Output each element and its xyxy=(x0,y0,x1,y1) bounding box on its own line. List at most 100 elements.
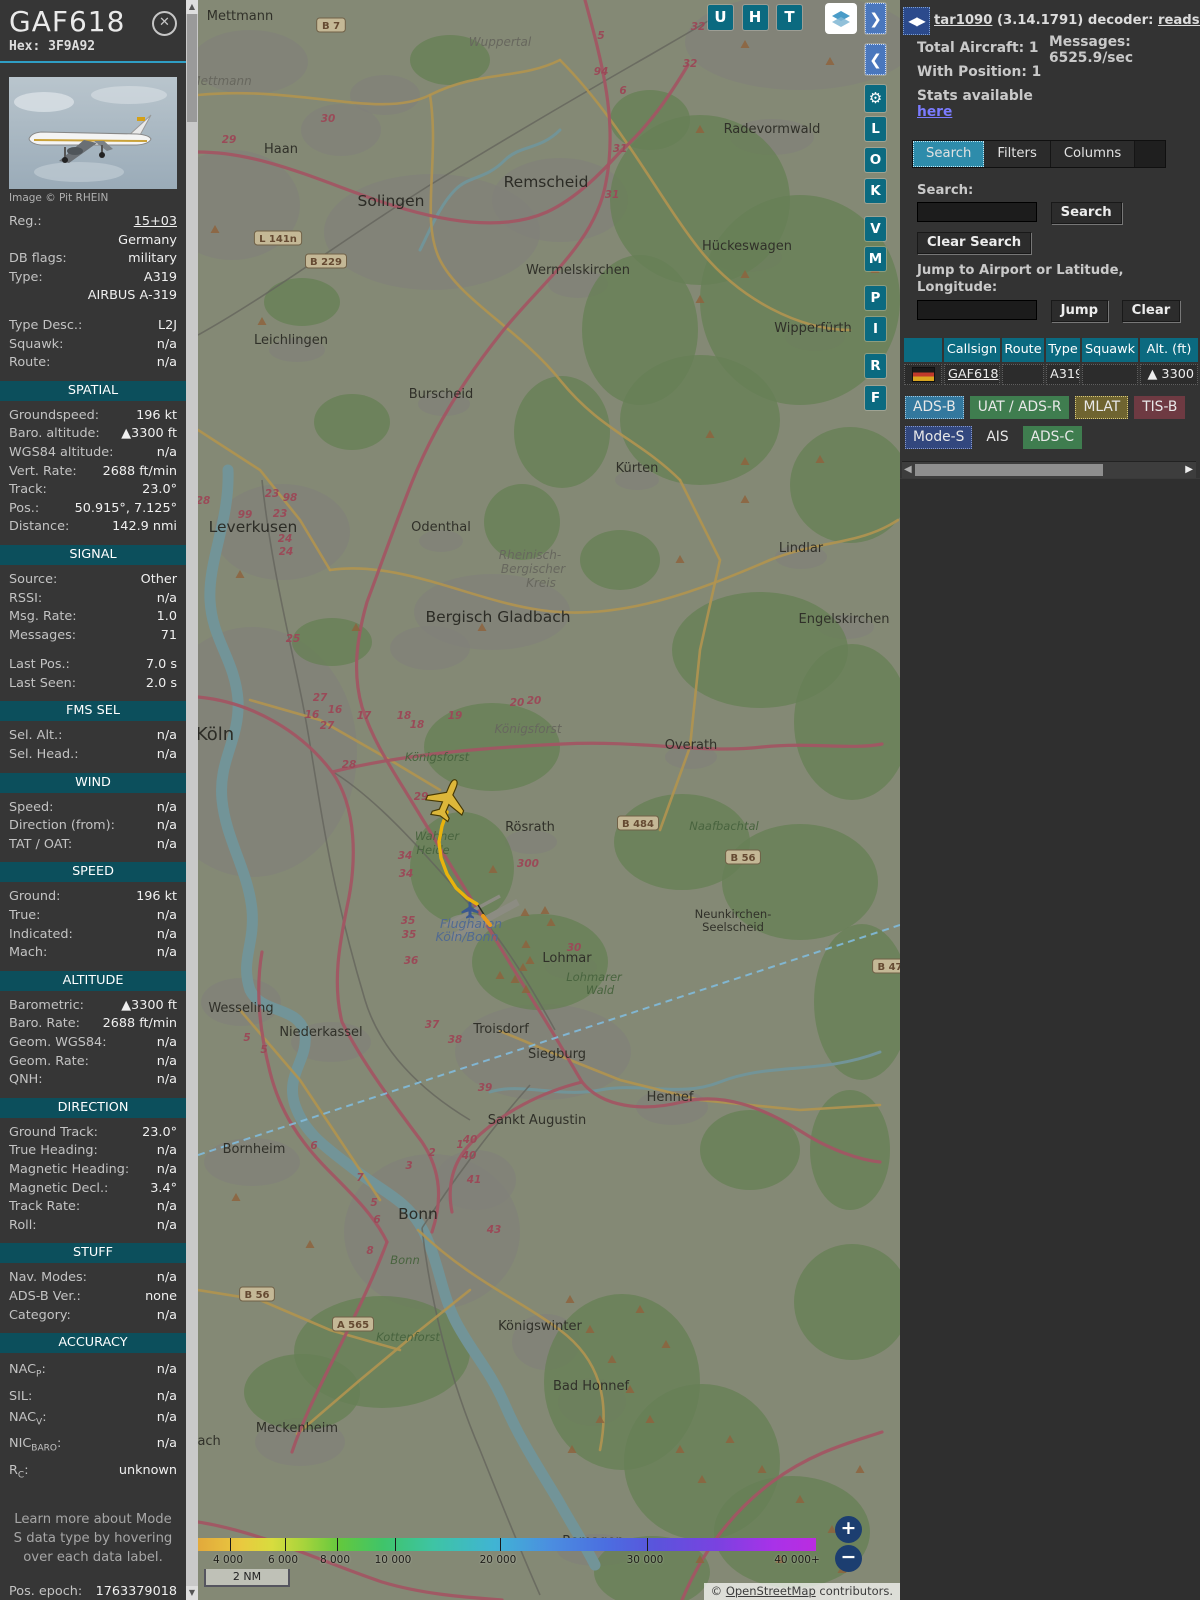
svg-text:B 47: B 47 xyxy=(877,962,900,973)
data-row-label: Ground: xyxy=(9,889,61,905)
road-number: 19 xyxy=(448,710,463,722)
column-header-type[interactable]: Type xyxy=(1046,338,1080,362)
callsign-cell[interactable]: GAF618 xyxy=(944,364,1000,385)
tab-search[interactable]: Search xyxy=(913,141,985,167)
chevron-left-icon: ❮ xyxy=(869,51,882,69)
tab-filters[interactable]: Filters xyxy=(984,141,1051,167)
altitude-legend-label: 6 000 xyxy=(267,1554,299,1566)
legend-mlat[interactable]: MLAT xyxy=(1075,396,1129,419)
peak-icon xyxy=(740,495,750,503)
legend-adsc[interactable]: ADS-C xyxy=(1022,426,1083,449)
aircraft-photo xyxy=(9,77,177,189)
zoom-out-button[interactable]: − xyxy=(835,1545,862,1572)
column-header-squawk[interactable]: Squawk xyxy=(1082,338,1138,362)
data-row-label: Magnetic Heading: xyxy=(9,1161,130,1177)
aircraft-table-row[interactable]: GAF618 A319 ▲ 3300 xyxy=(904,364,1200,385)
close-icon[interactable]: ✕ xyxy=(152,11,177,36)
data-row-value: 2688 ft/min xyxy=(102,1016,177,1032)
column-header-callsign[interactable]: Callsign xyxy=(944,338,1000,362)
jump-clear-button[interactable]: Clear xyxy=(1121,300,1181,322)
basemap-svg: B 7 L 141n B 229 B 484 B 56 B 47 B 56 A 565 5 6 3… xyxy=(198,0,900,1600)
hscroll-thumb[interactable] xyxy=(915,464,1103,476)
data-row-value: ▲3300 ft xyxy=(121,997,177,1013)
settings-button[interactable]: ⚙ xyxy=(865,85,886,112)
data-row: NICBARO: n/a xyxy=(9,1433,177,1460)
layers-button[interactable] xyxy=(825,3,857,34)
search-button[interactable]: Search xyxy=(1050,202,1122,224)
scroll-right-icon[interactable]: ▶ xyxy=(1185,462,1193,478)
hotkey-button-i[interactable]: I xyxy=(865,317,886,341)
map-label: Heide xyxy=(416,843,449,857)
expand-panel-button[interactable]: ❯ xyxy=(865,3,886,34)
readsb-link[interactable]: readsb xyxy=(1158,13,1200,28)
legend-modes[interactable]: Mode-S xyxy=(905,426,973,449)
data-row-label: TAT / OAT: xyxy=(9,836,73,852)
map-label: Lohmarer xyxy=(566,970,623,984)
data-row-label: QNH: xyxy=(9,1072,43,1088)
panel-toggle-button[interactable]: ◀▶ xyxy=(903,7,930,35)
data-row: Nav. Modes: n/a xyxy=(9,1269,177,1288)
scrollbar-down-icon[interactable]: ▼ xyxy=(186,1586,198,1600)
legend-tisb[interactable]: TIS-B xyxy=(1134,396,1186,419)
road-number: 37 xyxy=(425,1019,440,1031)
legend-uat[interactable]: UAT / ADS-R xyxy=(969,396,1070,419)
road-number: 20 xyxy=(510,697,525,709)
legend-ais[interactable]: AIS xyxy=(978,426,1016,449)
search-block: Search: Search Clear Search Jump to Airp… xyxy=(900,168,1200,322)
map-label: Kreis xyxy=(526,576,556,590)
data-row-value: n/a xyxy=(156,1409,177,1425)
hotkey-button-l[interactable]: L xyxy=(865,117,886,141)
road-number: 27 xyxy=(313,692,328,704)
hotkey-button-f[interactable]: F xyxy=(865,386,886,410)
column-header-flag[interactable] xyxy=(904,338,942,362)
map-button-u[interactable]: U xyxy=(708,5,733,30)
data-row: RSSI: n/a xyxy=(9,590,177,609)
column-header-altft[interactable]: Alt. (ft) xyxy=(1140,338,1198,362)
road-number: 36 xyxy=(404,955,419,967)
road-number: 35 xyxy=(402,929,417,941)
data-row: Sel. Head.: n/a xyxy=(9,746,177,765)
legend-adsb[interactable]: ADS-B xyxy=(905,396,964,419)
openstreetmap-link[interactable]: OpenStreetMap xyxy=(726,1584,816,1598)
pos-epoch-label: Pos. epoch: xyxy=(9,1584,83,1600)
table-horizontal-scrollbar[interactable]: ◀ ▶ xyxy=(902,461,1196,478)
hotkey-button-m[interactable]: M xyxy=(865,247,886,271)
sidebar-scrollbar[interactable] xyxy=(186,0,198,1600)
road-number: 30 xyxy=(321,113,336,125)
messages-label: Messages: xyxy=(1049,34,1131,50)
jump-input[interactable] xyxy=(917,300,1037,320)
data-row: RC: unknown xyxy=(9,1460,177,1487)
clear-search-button[interactable]: Clear Search xyxy=(917,232,1032,254)
map-canvas[interactable]: B 7 L 141n B 229 B 484 B 56 B 47 B 56 A 565 5 6 3… xyxy=(198,0,900,1600)
scrollbar-up-icon[interactable]: ▲ xyxy=(186,0,198,14)
callsign-link[interactable]: GAF618 xyxy=(948,367,998,382)
zoom-in-button[interactable]: + xyxy=(835,1516,862,1543)
registration-link[interactable]: 15+03 xyxy=(134,213,177,232)
hotkey-button-v[interactable]: V xyxy=(865,217,886,241)
search-input[interactable] xyxy=(917,202,1037,222)
road-number: 28 xyxy=(198,495,210,507)
sidebar-scrollbar-thumb[interactable] xyxy=(187,14,197,122)
road-shield: B 47 xyxy=(872,958,900,974)
tar1090-link[interactable]: tar1090 xyxy=(934,13,992,28)
stats-available: Stats available xyxy=(917,88,1033,104)
hotkey-button-p[interactable]: P xyxy=(865,286,886,310)
map-button-t[interactable]: T xyxy=(777,5,802,30)
scroll-left-icon[interactable]: ◀ xyxy=(904,462,912,478)
map-button-h[interactable]: H xyxy=(742,5,768,30)
hotkey-button-r[interactable]: R xyxy=(865,354,886,378)
tab-columns[interactable]: Columns xyxy=(1050,141,1136,167)
collapse-panel-button[interactable]: ❮ xyxy=(865,44,886,75)
layers-icon xyxy=(832,10,850,27)
road-number: 94 xyxy=(594,66,609,78)
german-flag-icon xyxy=(911,367,935,382)
data-row-value: 23.0° xyxy=(142,1124,177,1140)
peak-icon xyxy=(257,317,267,325)
road-number: 40 xyxy=(461,1150,477,1162)
hotkey-button-o[interactable]: O xyxy=(865,148,886,172)
stats-here-link[interactable]: here xyxy=(917,104,952,120)
jump-button[interactable]: Jump xyxy=(1050,300,1109,322)
column-header-route[interactable]: Route xyxy=(1002,338,1044,362)
hotkey-button-k[interactable]: K xyxy=(865,179,886,203)
data-row: WGS84 altitude: n/a xyxy=(9,444,177,463)
